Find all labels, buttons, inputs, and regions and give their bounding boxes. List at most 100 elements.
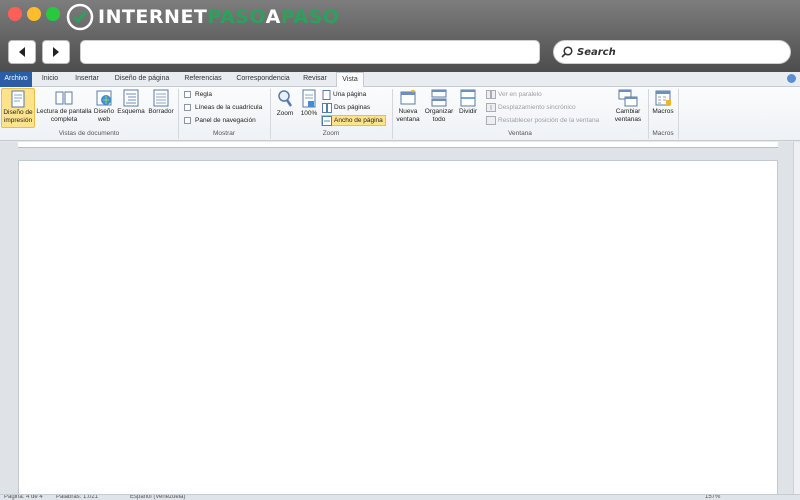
print-layout-icon — [11, 90, 25, 108]
close-window-button[interactable] — [8, 7, 22, 21]
view-side-by-side-label: Ver en paralelo — [498, 91, 542, 98]
synchronous-scrolling-label: Desplazamiento sincrónico — [498, 104, 576, 111]
macros-button[interactable]: Macros — [650, 88, 676, 130]
arrow-right-icon — [53, 47, 59, 57]
minimize-window-button[interactable] — [27, 7, 41, 21]
magnifier-icon — [278, 90, 293, 107]
navigation-pane-checkbox[interactable]: Panel de navegación — [184, 117, 256, 124]
draft-button[interactable]: Borrador — [146, 88, 176, 128]
two-pages-button[interactable]: Dos páginas — [322, 102, 370, 113]
search-icon — [561, 46, 573, 58]
previous-page-edge — [18, 142, 778, 148]
synchronous-scrolling-button[interactable]: Desplazamiento sincrónico — [486, 102, 576, 113]
page-width-label: Ancho de página — [334, 117, 383, 124]
reset-window-position-label: Restablecer posición de la ventana — [498, 117, 600, 124]
macros-icon — [655, 90, 671, 106]
page-count[interactable]: Página: 4 de 4 — [4, 495, 43, 500]
one-page-icon — [322, 89, 331, 100]
tab-archivo[interactable]: Archivo — [0, 72, 32, 87]
new-window-icon — [400, 90, 416, 105]
web-layout-icon — [96, 90, 112, 106]
group-label-vistas: Vistas de documento — [58, 130, 120, 137]
ruler-checkbox[interactable]: Regla — [184, 91, 212, 98]
tab-revisar[interactable]: Revisar — [300, 72, 330, 87]
ribbon: Diseño de impresión Lectura de pantalla … — [0, 87, 800, 141]
ribbon-tabs: Archivo Inicio Insertar Diseño de página… — [0, 72, 800, 88]
two-pages-icon — [322, 102, 332, 113]
switch-windows-icon — [618, 89, 638, 107]
ruler-label: Regla — [195, 91, 212, 98]
tab-vista[interactable]: Vista — [336, 72, 364, 88]
zoom-level[interactable]: 157% — [705, 495, 720, 500]
group-label-mostrar: Mostrar — [212, 130, 236, 137]
vertical-scrollbar[interactable] — [793, 142, 800, 494]
checkbox-box — [184, 91, 191, 98]
web-layout-button[interactable]: Diseño web — [92, 88, 116, 128]
sync-scroll-icon — [486, 103, 496, 112]
print-layout-label: Diseño de impresión — [3, 109, 33, 124]
group-separator — [678, 89, 679, 139]
zoom-100-icon — [302, 89, 316, 108]
split-label: Dividir — [458, 108, 478, 115]
address-bar[interactable] — [80, 40, 540, 64]
print-layout-button[interactable]: Diseño de impresión — [1, 88, 35, 128]
arrange-all-button[interactable]: Organizar todo — [423, 88, 455, 130]
reset-window-icon — [486, 116, 496, 125]
tab-referencias[interactable]: Referencias — [180, 72, 226, 87]
draft-icon — [153, 89, 169, 107]
two-pages-label: Dos páginas — [334, 104, 371, 111]
outline-button[interactable]: Esquema — [117, 88, 145, 128]
web-layout-label: Diseño web — [93, 108, 115, 123]
language-indicator[interactable]: Español (Venezuela) — [130, 495, 185, 500]
navigation-pane-label: Panel de navegación — [195, 117, 256, 124]
forward-button[interactable] — [42, 40, 70, 64]
tab-diseno-pagina[interactable]: Diseño de página — [110, 72, 174, 87]
outline-label: Esquema — [117, 108, 145, 115]
arrange-all-label: Organizar todo — [424, 108, 454, 123]
split-icon — [460, 89, 476, 107]
macros-label: Macros — [652, 108, 674, 115]
new-window-button[interactable]: Nueva ventana — [394, 88, 422, 130]
document-page[interactable] — [18, 160, 778, 500]
tab-correspondencia[interactable]: Correspondencia — [232, 72, 294, 87]
search-input[interactable]: Search — [553, 40, 791, 64]
logo-part: A — [265, 6, 281, 28]
full-screen-reading-label: Lectura de pantalla completa — [36, 108, 92, 123]
gridlines-checkbox[interactable]: Líneas de la cuadrícula — [184, 104, 262, 111]
word-count[interactable]: Palabras: 1.021 — [56, 495, 98, 500]
logo-part: PASO — [207, 6, 266, 28]
help-icon[interactable] — [787, 74, 796, 83]
new-window-label: Nueva ventana — [396, 108, 420, 123]
logo-text: INTERNETPASOAPASO — [98, 6, 340, 28]
one-page-button[interactable]: Una página — [322, 89, 366, 100]
arrow-left-icon — [19, 47, 25, 57]
outline-icon — [123, 89, 139, 107]
page-width-button[interactable]: Ancho de página — [321, 115, 386, 126]
full-screen-reading-button[interactable]: Lectura de pantalla completa — [36, 88, 92, 128]
arrange-all-icon — [431, 89, 447, 107]
maximize-window-button[interactable] — [46, 7, 60, 21]
logo-part: PASO — [280, 6, 340, 28]
one-page-label: Una página — [333, 91, 367, 98]
split-button[interactable]: Dividir — [456, 88, 480, 124]
search-label: Search — [577, 46, 616, 58]
back-button[interactable] — [8, 40, 36, 64]
switch-windows-button[interactable]: Cambiar ventanas — [610, 88, 646, 130]
group-label-ventana: Ventana — [508, 130, 532, 137]
document-area[interactable] — [0, 142, 793, 500]
logo-mark-icon — [66, 3, 94, 31]
side-by-side-icon — [486, 90, 496, 99]
logo-part: INTERNET — [98, 6, 208, 28]
tab-insertar[interactable]: Insertar — [70, 72, 104, 87]
view-side-by-side-button[interactable]: Ver en paralelo — [486, 89, 542, 100]
reset-window-position-button[interactable]: Restablecer posición de la ventana — [486, 115, 599, 126]
site-logo: INTERNETPASOAPASO — [66, 3, 340, 31]
switch-windows-label: Cambiar ventanas — [614, 108, 642, 123]
status-bar: Página: 4 de 4 Palabras: 1.021 Español (… — [0, 494, 800, 500]
browser-chrome: INTERNETPASOAPASO Search — [0, 0, 800, 72]
zoom-100-button[interactable]: 100% — [298, 88, 320, 124]
zoom-button[interactable]: Zoom — [274, 88, 296, 124]
full-screen-reading-icon — [55, 91, 73, 105]
page-width-icon — [322, 115, 332, 126]
tab-inicio[interactable]: Inicio — [36, 72, 64, 87]
